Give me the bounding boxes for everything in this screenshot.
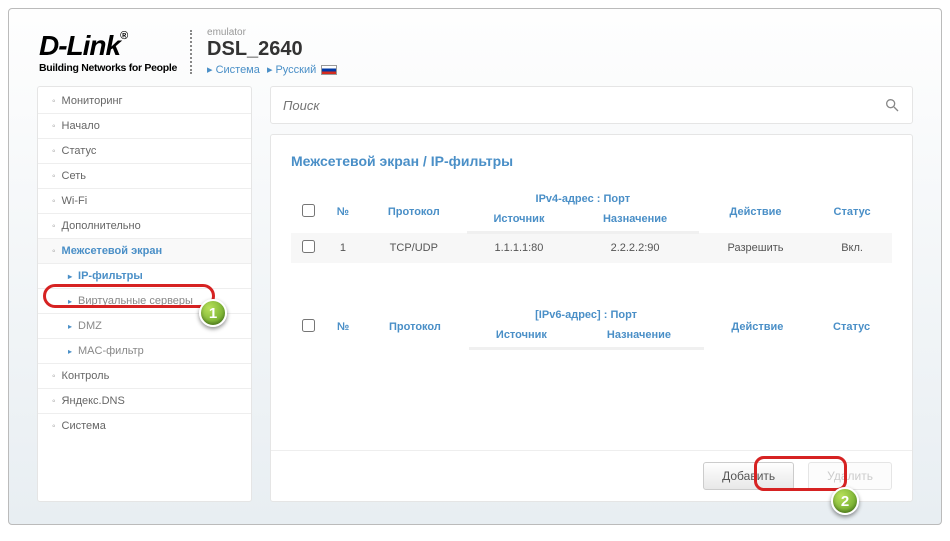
- sidebar-subitem[interactable]: ▸ IP-фильтры: [38, 264, 251, 289]
- bullet-icon: ◦: [52, 96, 56, 107]
- bullet-icon: ◦: [52, 371, 56, 382]
- bullet-icon: ▸: [68, 297, 72, 306]
- bullet-icon: ▸: [68, 322, 72, 331]
- emulator-label: emulator: [207, 27, 337, 38]
- sidebar-item[interactable]: ◦ Сеть: [38, 164, 251, 189]
- language-link[interactable]: Русский: [275, 64, 316, 76]
- breadcrumb: Межсетевой экран / IP-фильтры: [291, 153, 892, 169]
- ipv4-group-header: IPv4-адрес : Порт: [467, 187, 699, 207]
- col-status: Статус: [812, 187, 892, 233]
- sidebar-item-label: MAC-фильтр: [78, 345, 144, 357]
- footer-bar: Добавить Удалить: [271, 450, 912, 501]
- sidebar-subitem[interactable]: ▸ MAC-фильтр: [38, 339, 251, 364]
- add-button[interactable]: Добавить: [703, 462, 794, 490]
- col-src: Источник: [467, 207, 571, 233]
- ipv4-select-all[interactable]: [302, 204, 315, 217]
- table-row[interactable]: 1 TCP/UDP 1.1.1.1:80 2.2.2.2:90 Разрешит…: [291, 233, 892, 263]
- col-num: №: [325, 187, 361, 233]
- bullet-icon: ◦: [52, 246, 56, 257]
- header: D-Link® Building Networks for People emu…: [9, 9, 941, 86]
- col-dst: Назначение: [571, 207, 699, 233]
- sidebar-item-label: Контроль: [62, 370, 110, 382]
- breadcrumb-current: IP-фильтры: [431, 153, 513, 169]
- search-input[interactable]: [283, 98, 884, 113]
- breadcrumb-parent: Межсетевой экран: [291, 153, 419, 169]
- sidebar-item-label: DMZ: [78, 320, 102, 332]
- bullet-icon: ◦: [52, 121, 56, 132]
- bullet-icon: ◦: [52, 396, 56, 407]
- col-proto: Протокол: [361, 303, 468, 349]
- system-link[interactable]: Система: [216, 64, 260, 76]
- title-block: emulator DSL_2640 ▸Система ▸Русский: [207, 27, 337, 76]
- sidebar-item-label: Начало: [62, 120, 100, 132]
- sidebar-item[interactable]: ◦ Мониторинг: [38, 89, 251, 114]
- logo-subtitle: Building Networks for People: [39, 62, 177, 74]
- col-action: Действие: [704, 303, 812, 349]
- sidebar-item[interactable]: ◦ Межсетевой экран: [38, 239, 251, 264]
- sidebar-item[interactable]: ◦ Контроль: [38, 364, 251, 389]
- ipv6-select-all[interactable]: [302, 319, 315, 332]
- sidebar-item[interactable]: ◦ Статус: [38, 139, 251, 164]
- row-checkbox[interactable]: [302, 240, 315, 253]
- sidebar-item-label: Мониторинг: [62, 95, 123, 107]
- model-title: DSL_2640: [207, 38, 337, 61]
- col-status: Статус: [811, 303, 892, 349]
- sidebar-item-label: Wi-Fi: [62, 195, 88, 207]
- bullet-icon: ◦: [52, 171, 56, 182]
- bullet-icon: ▸: [68, 272, 72, 281]
- sidebar-item[interactable]: ◦ Система: [38, 414, 251, 438]
- col-action: Действие: [699, 187, 812, 233]
- bullet-icon: ◦: [52, 146, 56, 157]
- sidebar-item[interactable]: ◦ Wi-Fi: [38, 189, 251, 214]
- delete-button: Удалить: [808, 462, 892, 490]
- col-proto: Протокол: [361, 187, 467, 233]
- col-num: №: [325, 303, 361, 349]
- sidebar-item-label: Сеть: [62, 170, 86, 182]
- sidebar-item-label: Яндекс.DNS: [62, 395, 125, 407]
- marker-2: 2: [831, 487, 859, 515]
- sidebar-item-label: Статус: [62, 145, 97, 157]
- sidebar-item-label: IP-фильтры: [78, 270, 143, 282]
- sidebar: ◦ Мониторинг ◦ Начало ◦ Статус ◦ Сеть ◦ Wi-Fi ◦ Доп…: [37, 86, 252, 502]
- sidebar-item-label: Система: [62, 420, 106, 432]
- col-dst: Назначение: [574, 323, 703, 349]
- bullet-icon: ◦: [52, 221, 56, 232]
- bullet-icon: ◦: [52, 421, 56, 432]
- ipv4-table: № Протокол IPv4-адрес : Порт Действие Ст…: [291, 187, 892, 263]
- bullet-icon: ▸: [68, 347, 72, 356]
- search-bar: [270, 86, 913, 124]
- sidebar-item[interactable]: ◦ Яндекс.DNS: [38, 389, 251, 414]
- sidebar-item-label: Межсетевой экран: [62, 245, 163, 257]
- col-src: Источник: [469, 323, 575, 349]
- ipv6-table: № Протокол [IPv6-адрес] : Порт Действие …: [291, 303, 892, 350]
- bullet-icon: ◦: [52, 196, 56, 207]
- ipv6-group-header: [IPv6-адрес] : Порт: [469, 303, 704, 323]
- sidebar-item-label: Дополнительно: [62, 220, 141, 232]
- logo-text: D-Link: [39, 30, 120, 61]
- sidebar-item-label: Виртуальные серверы: [78, 295, 193, 307]
- content-panel: Межсетевой экран / IP-фильтры № Протокол…: [270, 134, 913, 502]
- search-icon[interactable]: [884, 97, 900, 113]
- sidebar-item[interactable]: ◦ Дополнительно: [38, 214, 251, 239]
- logo: D-Link® Building Networks for People: [39, 30, 192, 74]
- marker-1: 1: [199, 299, 227, 327]
- sidebar-item[interactable]: ◦ Начало: [38, 114, 251, 139]
- flag-icon: [321, 65, 337, 75]
